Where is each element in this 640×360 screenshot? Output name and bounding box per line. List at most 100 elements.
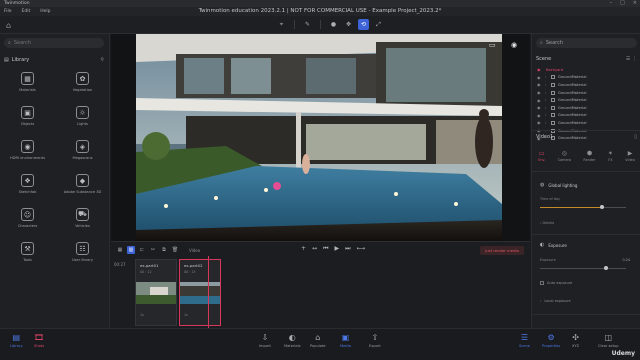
bottom-export-button[interactable]: ⇧ Export: [369, 333, 381, 348]
library-item[interactable]: ☷ User library: [55, 242, 110, 264]
render-media-button[interactable]: Just render media: [480, 246, 524, 255]
chevron-right-icon[interactable]: ›: [545, 98, 546, 102]
bottom-import-button[interactable]: ⇩ Import: [259, 333, 271, 348]
bottom-populate-button[interactable]: ⌂ Populate: [310, 333, 326, 348]
add-icon[interactable]: +: [301, 245, 306, 253]
properties-menu-icon[interactable]: ▯: [634, 134, 637, 140]
details-toggle[interactable]: › Details: [540, 221, 554, 225]
time-of-day-slider[interactable]: [540, 205, 626, 209]
view-icon[interactable]: ◉: [511, 41, 517, 49]
chevron-right-icon[interactable]: ›: [545, 83, 546, 87]
layout-icon[interactable]: ▭: [489, 41, 496, 49]
tree-row[interactable]: ◉ Backyard: [532, 66, 640, 74]
playhead[interactable]: [208, 256, 209, 329]
previous-icon[interactable]: ⏮: [323, 245, 328, 253]
chevron-right-icon[interactable]: ›: [545, 91, 546, 95]
chevron-right-icon[interactable]: ›: [545, 106, 546, 110]
exposure-slider[interactable]: [540, 266, 626, 270]
library-item[interactable]: ▦ Materials: [0, 72, 55, 94]
expand-icon[interactable]: ⟷: [357, 245, 366, 253]
bottom-library-button[interactable]: ▤ Library: [10, 333, 23, 348]
local-exposure-row[interactable]: › Local exposure: [540, 299, 571, 303]
library-item[interactable]: ❖ Sketchfab: [0, 174, 55, 196]
scene-search[interactable]: ⌕ Search: [536, 38, 637, 48]
sphere-icon[interactable]: ●: [328, 19, 339, 30]
tree-row[interactable]: ◉ › GroundMaterial: [532, 104, 640, 112]
auto-exposure-checkbox[interactable]: [540, 281, 544, 285]
library-item[interactable]: ⛟ Vehicles: [55, 208, 110, 230]
bottom-clear-setup-button[interactable]: ◫ Clear setup: [598, 333, 619, 348]
bottom-materials-button[interactable]: ◐ Materials: [284, 333, 300, 348]
camera-nav-icon[interactable]: ⌖: [276, 19, 287, 30]
tab-video[interactable]: ▶ Video: [625, 150, 635, 162]
home-icon[interactable]: ⌂: [6, 21, 11, 30]
eye-icon[interactable]: ◉: [537, 105, 541, 110]
tab-fx[interactable]: ✶ FX: [608, 150, 613, 162]
library-item[interactable]: ☼ Lights: [55, 106, 110, 128]
library-item[interactable]: ▣ Objects: [0, 106, 55, 128]
fx-icon: ✶: [607, 150, 613, 157]
tab-camera[interactable]: ◎ Camera: [558, 150, 571, 162]
scale-icon[interactable]: ⤢: [373, 19, 384, 30]
tree-row[interactable]: ◉ › GroundMaterial: [532, 81, 640, 89]
trim-icon[interactable]: ⊏: [138, 246, 146, 254]
delete-icon[interactable]: 🗑: [171, 246, 179, 254]
library-item[interactable]: ⚒ Tools: [0, 242, 55, 264]
library-item[interactable]: ☺ Characters: [0, 208, 55, 230]
grid-view-icon[interactable]: ▦: [116, 246, 124, 254]
pin-icon[interactable]: ⚲: [100, 57, 104, 63]
bottom-properties-button[interactable]: ⚙ Properties: [542, 333, 560, 348]
eye-icon[interactable]: ◉: [537, 113, 541, 118]
tree-row[interactable]: ◉ › GroundMaterial: [532, 119, 640, 127]
tab-env[interactable]: ▭ Env.: [538, 150, 545, 162]
eye-icon[interactable]: ◉: [537, 120, 541, 125]
auto-exposure-row[interactable]: Auto exposure: [540, 281, 572, 285]
tree-row[interactable]: ◉ › GroundMaterial: [532, 74, 640, 82]
eye-icon[interactable]: ◉: [537, 67, 541, 72]
close-icon[interactable]: ×: [633, 0, 637, 6]
pick-icon[interactable]: ✎: [302, 19, 313, 30]
bottom-xyz-button[interactable]: ✣ XYZ: [572, 333, 579, 348]
bottom-shots-button[interactable]: 🎞 Shots: [34, 333, 44, 348]
tree-row[interactable]: ◉ › GroundMaterial: [532, 96, 640, 104]
cut-icon[interactable]: ✂: [149, 246, 157, 254]
bottom-scene-button[interactable]: ☰ Scene: [519, 333, 530, 348]
library-item[interactable]: ◆ Adobe Substance 3D: [55, 174, 110, 196]
tab-render[interactable]: ⬢ Render: [583, 150, 595, 162]
copy-icon[interactable]: ⧉: [160, 246, 168, 254]
fit-icon[interactable]: ↔: [312, 245, 317, 253]
bottom-media-button[interactable]: ▣ Media: [340, 333, 351, 348]
eye-icon[interactable]: ◉: [537, 90, 541, 95]
exposure-section[interactable]: ◐ Exposure: [540, 242, 567, 248]
rotate-icon[interactable]: ⟲: [358, 19, 369, 30]
eye-icon[interactable]: ◉: [537, 98, 541, 103]
next-icon[interactable]: ⏭: [345, 245, 350, 253]
play-icon[interactable]: ▶: [334, 245, 339, 253]
eye-icon[interactable]: ◉: [537, 82, 541, 87]
time-of-day-knob[interactable]: [599, 205, 604, 209]
chevron-right-icon[interactable]: ›: [545, 113, 546, 117]
library-item[interactable]: ◉ HDRI environments: [0, 140, 55, 162]
clip-2[interactable]: ex-part02 00 : 15 1s: [179, 259, 221, 326]
library-item[interactable]: ✿ Vegetation: [55, 72, 110, 94]
move-icon[interactable]: ✥: [343, 19, 354, 30]
render-view[interactable]: [136, 34, 502, 241]
chevron-right-icon[interactable]: ›: [545, 75, 546, 79]
library-item[interactable]: ◈ Megascans: [55, 140, 110, 162]
chevron-right-icon[interactable]: ›: [545, 121, 546, 125]
tree-row[interactable]: ◉ › GroundMaterial: [532, 89, 640, 97]
tree-row[interactable]: ◉ › GroundMaterial: [532, 112, 640, 120]
library-search[interactable]: ⌕: [4, 38, 104, 48]
exposure-value[interactable]: 0.24: [622, 258, 630, 262]
clip-1[interactable]: ex-part01 00 : 12 1s: [135, 259, 177, 326]
eye-icon[interactable]: ◉: [537, 75, 541, 80]
exposure-knob[interactable]: [604, 266, 608, 270]
library-search-input[interactable]: [13, 40, 94, 46]
minimize-icon[interactable]: –: [610, 0, 613, 6]
viewport[interactable]: ▭ ◉: [111, 34, 530, 241]
maximize-icon[interactable]: □: [620, 0, 625, 6]
global-lighting-section[interactable]: ◍ Global lighting: [540, 182, 577, 188]
clip-view-icon[interactable]: ▥: [127, 246, 135, 254]
lights-icon: ☼: [76, 106, 89, 119]
scene-menu-icon[interactable]: ☰ ⋮: [626, 56, 637, 62]
